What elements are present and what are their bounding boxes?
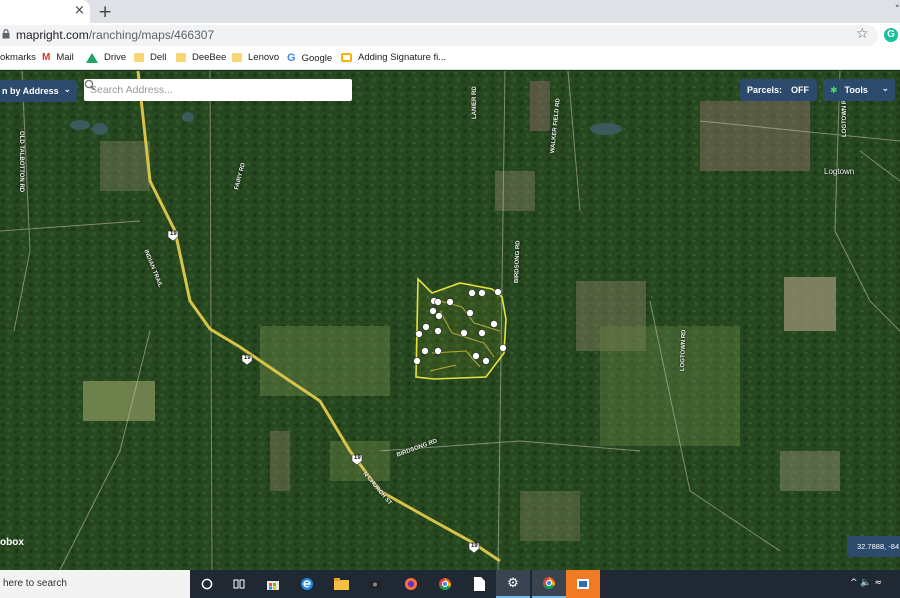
address-search-input[interactable] xyxy=(84,79,324,101)
bookmark-label: Drive xyxy=(104,52,127,63)
bookmarks-bar: okmarks M Mail Drive Dell DeeBee Lenovo G… xyxy=(0,48,900,70)
chevron-down-icon: ⌄ xyxy=(63,85,71,95)
task-view-icon[interactable] xyxy=(222,570,256,598)
chrome-icon[interactable] xyxy=(428,570,462,598)
parcels-label: Parcels: xyxy=(747,85,783,95)
road-label-logtown-north: LOGTOWN RD xyxy=(842,95,848,137)
cortana-icon[interactable] xyxy=(190,570,224,598)
signature-icon xyxy=(341,53,352,62)
property-boundary xyxy=(415,277,507,380)
taskbar-search-text: here to search xyxy=(3,578,67,589)
address-bar-row: mapright.com/ranching/maps/466307 ☆ xyxy=(0,23,900,48)
edge-icon[interactable] xyxy=(290,570,324,598)
bookmark-label: Mail xyxy=(56,52,74,63)
search-by-address-label: n by Address xyxy=(2,86,59,96)
satellite-map[interactable]: 19 19 19 19 OLD TALBOTTON RD LANIER RD W… xyxy=(0,71,900,570)
system-tray[interactable]: ^ 🔈 ≈ xyxy=(850,578,882,588)
bookmark-item-drive[interactable]: Drive xyxy=(86,52,126,63)
firefox-icon[interactable] xyxy=(394,570,428,598)
drive-icon xyxy=(86,52,98,63)
screen-app-icon[interactable] xyxy=(566,570,600,598)
bookmark-item-google[interactable]: G Google xyxy=(287,52,332,64)
search-by-address-button[interactable]: n by Address ⌄ xyxy=(0,80,77,102)
browser-tab[interactable]: × xyxy=(0,0,90,23)
bookmark-label: Lenovo xyxy=(248,52,280,63)
bookmark-label: DeeBee xyxy=(192,52,227,63)
highway-shield-label: 19 xyxy=(170,231,177,237)
bookmark-item-signature[interactable]: Adding Signature fi... xyxy=(341,52,446,63)
close-tab-icon[interactable]: × xyxy=(74,3,85,18)
bookmark-label: Adding Signature fi... xyxy=(358,52,447,63)
gmail-icon: M xyxy=(42,52,51,63)
parcels-toggle[interactable]: Parcels: OFF xyxy=(740,79,817,101)
tools-button[interactable]: ✱ Tools ⌄ xyxy=(823,79,895,101)
grammarly-extension-icon[interactable]: G xyxy=(884,28,898,42)
bookmark-item-deebee[interactable]: DeeBee xyxy=(176,52,226,63)
browser-tab-strip: × + ˅ xyxy=(0,0,900,23)
highway-shield-label: 19 xyxy=(471,543,478,549)
address-search-box xyxy=(84,79,352,101)
app-icon[interactable] xyxy=(358,570,392,598)
address-bar[interactable]: mapright.com/ranching/maps/466307 ☆ xyxy=(0,25,878,46)
bookmark-item-lenovo[interactable]: Lenovo xyxy=(232,52,279,63)
bookmark-label: Google xyxy=(301,52,333,64)
place-label-logtown: Logtown xyxy=(824,167,855,176)
bookmark-label: okmarks xyxy=(0,52,36,63)
store-icon[interactable] xyxy=(256,570,290,598)
taskbar-search-box[interactable]: here to search xyxy=(0,570,190,598)
highway-shield-label: 19 xyxy=(354,455,361,461)
document-icon[interactable] xyxy=(462,570,496,598)
satellite-imagery xyxy=(0,71,900,570)
bookmark-item-mail[interactable]: M Mail xyxy=(42,52,74,63)
parcels-state: OFF xyxy=(791,85,809,95)
folder-icon xyxy=(134,53,144,62)
chrome-active-icon[interactable] xyxy=(532,570,566,598)
tools-label: Tools xyxy=(844,85,868,95)
bookmark-label: Dell xyxy=(150,52,167,63)
coordinates-readout: 32.7888, -84 xyxy=(847,536,900,557)
url-text[interactable]: mapright.com/ranching/maps/466307 xyxy=(16,28,214,42)
road-label-old-talbotton: OLD TALBOTTON RD xyxy=(18,131,24,193)
file-explorer-icon[interactable] xyxy=(324,570,358,598)
tab-menu-icon[interactable]: ˅ xyxy=(895,3,900,16)
google-icon: G xyxy=(287,52,296,64)
bookmark-item-dell[interactable]: Dell xyxy=(134,52,166,63)
search-icon[interactable] xyxy=(84,79,96,91)
windows-taskbar: here to search ⚙ ^ 🔈 ≈ xyxy=(0,570,900,598)
lock-icon xyxy=(2,29,10,39)
road-label-lanier: LANIER RD xyxy=(472,86,478,119)
gear-icon: ✱ xyxy=(830,86,838,96)
bookmark-item-bookmarks[interactable]: okmarks xyxy=(0,52,36,63)
new-tab-icon[interactable]: + xyxy=(98,2,112,22)
bookmark-star-icon[interactable]: ☆ xyxy=(856,26,869,42)
settings-icon[interactable]: ⚙ xyxy=(496,570,530,598)
folder-icon xyxy=(176,53,186,62)
highway-shield-label: 19 xyxy=(244,355,251,361)
chevron-down-icon: ⌄ xyxy=(881,84,889,94)
folder-icon xyxy=(232,53,242,62)
mapbox-attribution[interactable]: obox xyxy=(0,537,24,548)
